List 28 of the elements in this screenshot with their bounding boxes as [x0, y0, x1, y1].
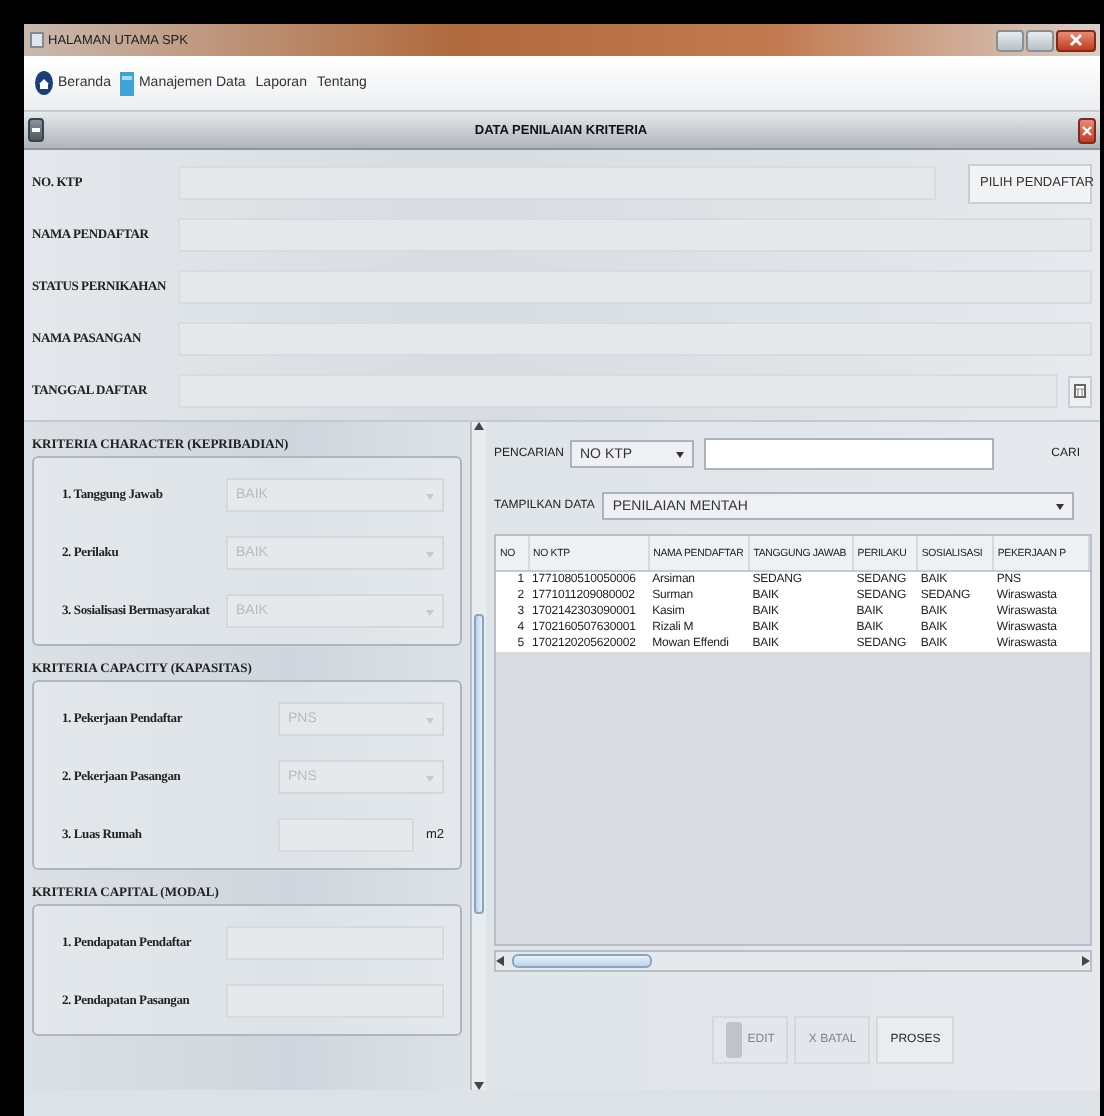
dropdown-arrow-icon: [424, 489, 436, 501]
close-icon: [1070, 34, 1082, 46]
house-icon: [34, 70, 54, 96]
search-field[interactable]: [704, 438, 994, 470]
frame-menu-button[interactable]: [28, 118, 44, 142]
scroll-left-icon: [496, 956, 504, 966]
scroll-thumb[interactable]: [512, 954, 652, 968]
dropdown-arrow-icon: [424, 605, 436, 617]
dropdown-arrow-icon: [424, 771, 436, 783]
calendar-button[interactable]: [1068, 375, 1092, 407]
close-button[interactable]: [1078, 117, 1096, 143]
maximize-button[interactable]: [1026, 29, 1054, 51]
menu-icon: [32, 126, 40, 134]
app-icon: [30, 32, 44, 48]
calendar-icon: [1074, 384, 1086, 398]
scroll-right-icon: [1082, 956, 1090, 966]
scroll-thumb[interactable]: [474, 614, 484, 914]
dropdown-arrow-icon: [674, 448, 686, 460]
vertical-scrollbar[interactable]: [470, 422, 486, 1090]
close-icon: [1082, 125, 1092, 135]
dropdown-arrow-icon: [424, 713, 436, 725]
scroll-down-icon: [474, 1082, 484, 1090]
dropdown-arrow-icon: [1054, 500, 1067, 512]
minimize-button[interactable]: [996, 29, 1024, 51]
database-icon: [120, 71, 135, 95]
close-button[interactable]: [1056, 29, 1096, 51]
horizontal-scrollbar[interactable]: [494, 950, 1092, 972]
dropdown-arrow-icon: [424, 547, 436, 559]
